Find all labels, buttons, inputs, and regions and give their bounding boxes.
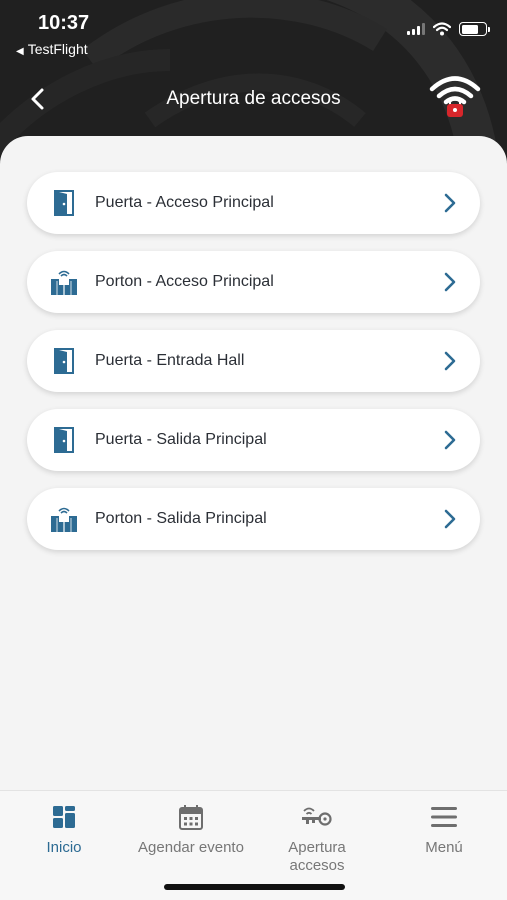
chevron-right-icon — [438, 349, 462, 373]
door-icon — [49, 346, 79, 376]
status-icons — [407, 22, 490, 36]
tab-label-line2: accesos — [289, 857, 345, 874]
tab-label: Agendar evento — [138, 839, 244, 856]
battery-icon — [459, 22, 490, 36]
access-item-label: Porton - Salida Principal — [95, 510, 267, 527]
access-item-puerta-acceso-principal[interactable]: Puerta - Acceso Principal — [27, 172, 480, 234]
calendar-icon — [128, 803, 254, 831]
grid-icon — [1, 803, 127, 831]
access-item-porton-acceso-principal[interactable]: Porton - Acceso Principal — [27, 251, 480, 313]
home-indicator[interactable] — [164, 884, 345, 890]
access-item-porton-salida-principal[interactable]: Porton - Salida Principal — [27, 488, 480, 550]
wifi-lock-status[interactable] — [429, 72, 481, 118]
access-list: Puerta - Acceso Principal Porton - Acces… — [27, 172, 480, 550]
chevron-right-icon — [438, 428, 462, 452]
gate-icon — [49, 504, 79, 534]
wifi-status-icon — [433, 22, 451, 36]
chevron-right-icon — [438, 507, 462, 531]
access-item-label: Puerta - Acceso Principal — [95, 194, 274, 211]
status-bar: 10:37 ◀ TestFlight — [0, 0, 507, 60]
back-app-label: TestFlight — [27, 41, 88, 57]
chevron-right-icon — [438, 270, 462, 294]
wifi-lock-icon — [429, 76, 481, 117]
gate-icon — [49, 267, 79, 297]
back-to-app-link[interactable]: ◀ TestFlight — [16, 41, 88, 57]
back-triangle-icon: ◀ — [16, 46, 24, 57]
tab-label: Apertura accesos — [254, 839, 380, 875]
chevron-right-icon — [438, 191, 462, 215]
status-time: 10:37 — [38, 12, 90, 34]
access-item-label: Puerta - Salida Principal — [95, 431, 267, 448]
tab-label: Menú — [425, 839, 463, 856]
content-sheet: Puerta - Acceso Principal Porton - Acces… — [0, 136, 507, 790]
tab-label: Inicio — [46, 839, 82, 856]
key-wifi-icon — [254, 803, 380, 831]
access-item-puerta-salida-principal[interactable]: Puerta - Salida Principal — [27, 409, 480, 471]
access-item-puerta-entrada-hall[interactable]: Puerta - Entrada Hall — [27, 330, 480, 392]
access-item-label: Puerta - Entrada Hall — [95, 352, 245, 369]
door-icon — [49, 188, 79, 218]
door-icon — [49, 425, 79, 455]
tab-inicio[interactable]: Inicio — [1, 803, 127, 857]
tab-label-line1: Apertura — [288, 839, 346, 856]
access-item-label: Porton - Acceso Principal — [95, 273, 274, 290]
hamburger-icon — [381, 803, 507, 831]
tab-menu[interactable]: Menú — [381, 803, 507, 857]
tab-agendar-evento[interactable]: Agendar evento — [128, 803, 254, 857]
cellular-signal-icon — [407, 23, 425, 35]
tab-apertura-accesos[interactable]: Apertura accesos — [254, 803, 380, 875]
